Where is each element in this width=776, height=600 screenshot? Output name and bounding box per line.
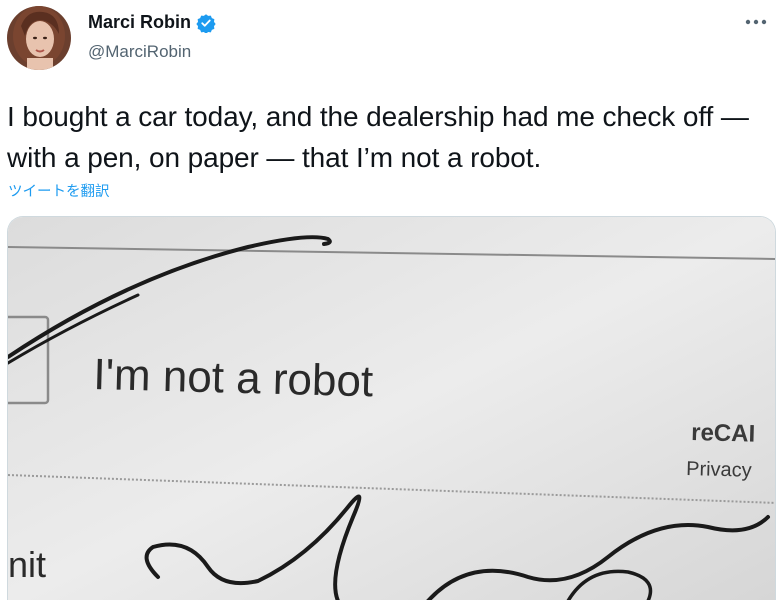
profile-photo-icon <box>7 6 71 70</box>
checkbox-label: I'm not a robot <box>93 350 374 406</box>
translate-tweet-link[interactable]: ツイートを翻訳 <box>8 180 110 201</box>
tweet-photo[interactable]: I'm not a robot reCAI Privacy nit <box>7 216 776 600</box>
submit-fragment: nit <box>8 544 46 585</box>
user-handle[interactable]: @MarciRobin <box>88 42 191 62</box>
paper-form-photo: I'm not a robot reCAI Privacy nit <box>8 217 775 600</box>
more-button[interactable] <box>742 10 770 34</box>
privacy-text: Privacy <box>686 458 752 482</box>
verified-badge-icon <box>196 13 216 34</box>
more-dots-icon <box>745 19 767 25</box>
tweet-text: I bought a car today, and the dealership… <box>7 101 749 173</box>
author-row: Marci Robin <box>88 12 216 34</box>
recaptcha-brand: reCAI <box>691 419 756 448</box>
avatar[interactable] <box>7 6 71 70</box>
display-name[interactable]: Marci Robin <box>88 12 191 33</box>
